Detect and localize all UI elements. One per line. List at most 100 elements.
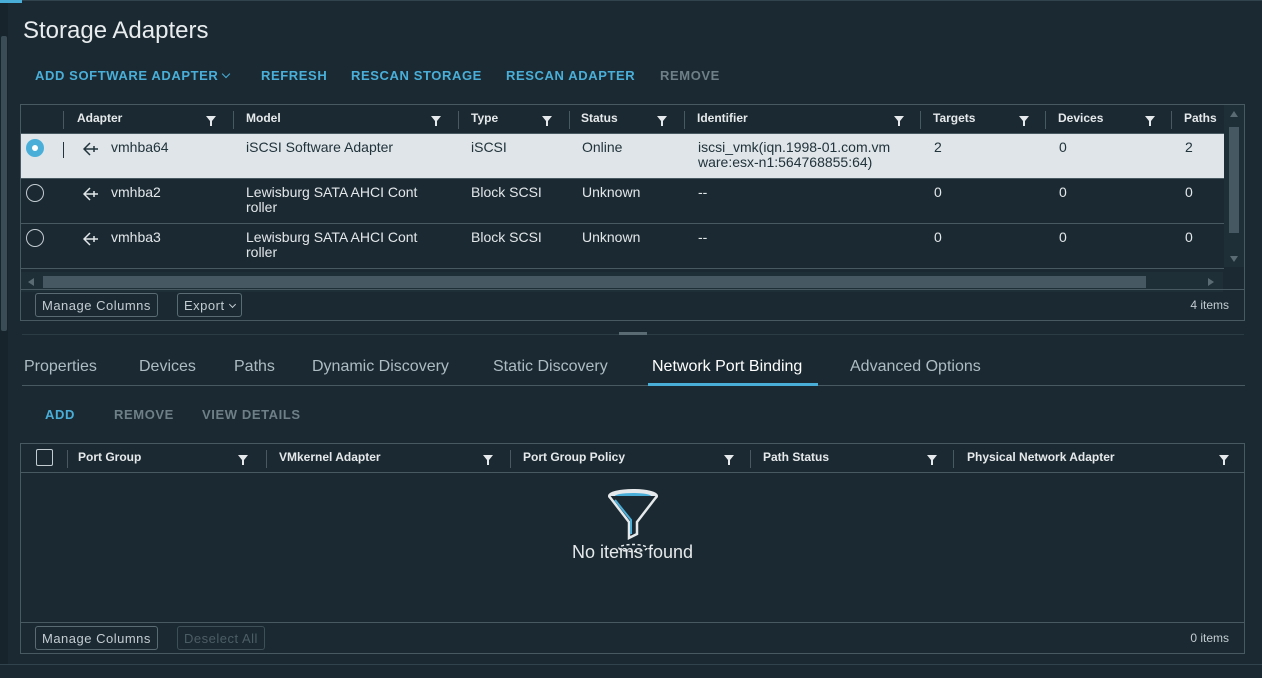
- adapter-status: Unknown: [582, 229, 641, 245]
- remove-adapter-button[interactable]: REMOVE: [660, 68, 720, 83]
- adapter-identifier: iscsi_vmk(iqn.1998-01.com.vm ware:esx-n1:…: [698, 140, 890, 170]
- filter-icon[interactable]: [238, 455, 248, 465]
- port-binding-grid-footer: Manage Columns Deselect All 0 items: [21, 622, 1244, 653]
- adapter-name: vmhba2: [111, 184, 161, 200]
- filter-icon[interactable]: [1145, 116, 1155, 126]
- left-scrollbar-thumb[interactable]: [1, 36, 7, 331]
- item-count: 4 items: [1190, 298, 1229, 312]
- model-line: roller: [246, 199, 278, 215]
- top-accent-bar: [0, 0, 22, 3]
- tab-dynamic-discovery[interactable]: Dynamic Discovery: [312, 358, 449, 376]
- export-button[interactable]: Export: [177, 293, 242, 317]
- column-separator: [684, 111, 685, 129]
- manage-columns-button[interactable]: Manage Columns: [35, 626, 158, 650]
- select-all-checkbox[interactable]: [36, 449, 53, 466]
- column-separator: [1171, 111, 1172, 129]
- column-header-devices[interactable]: Devices: [1048, 105, 1103, 134]
- column-header-port-group-policy[interactable]: Port Group Policy: [513, 444, 625, 473]
- add-software-adapter-button[interactable]: ADD SOFTWARE ADAPTER: [35, 68, 231, 83]
- column-header-model[interactable]: Model: [236, 105, 281, 134]
- remove-binding-button[interactable]: REMOVE: [114, 407, 174, 422]
- filter-icon[interactable]: [1019, 116, 1029, 126]
- column-header-vmkernel-adapter[interactable]: VMkernel Adapter: [269, 444, 381, 473]
- chevron-down-icon: [222, 69, 231, 79]
- table-row[interactable]: vmhba3 Lewisburg SATA AHCI Cont roller Bl…: [21, 224, 1224, 269]
- view-details-button[interactable]: VIEW DETAILS: [202, 407, 301, 422]
- scroll-right-icon[interactable]: [1208, 278, 1214, 286]
- tab-devices[interactable]: Devices: [139, 358, 196, 376]
- adapter-model: iSCSI Software Adapter: [246, 140, 393, 155]
- table-row[interactable]: vmhba2 Lewisburg SATA AHCI Cont roller Bl…: [21, 179, 1224, 224]
- filter-icon[interactable]: [657, 116, 667, 126]
- adapter-icon: [83, 142, 98, 156]
- adapter-status: Online: [582, 139, 623, 155]
- top-divider: [22, 0, 1262, 1]
- adapters-grid-header: Adapter Model Type Status Identifier Tar…: [21, 105, 1224, 134]
- column-header-identifier[interactable]: Identifier: [687, 105, 748, 134]
- tab-static-discovery[interactable]: Static Discovery: [493, 358, 608, 376]
- tab-advanced-options[interactable]: Advanced Options: [850, 358, 981, 376]
- column-separator: [1045, 111, 1046, 129]
- left-scrollbar[interactable]: [0, 0, 8, 678]
- adapter-status: Unknown: [582, 184, 641, 200]
- export-label: Export: [184, 298, 225, 313]
- deselect-all-button[interactable]: Deselect All: [177, 626, 265, 650]
- scroll-down-icon[interactable]: [1230, 256, 1238, 262]
- filter-icon[interactable]: [431, 116, 441, 126]
- filter-icon[interactable]: [1219, 455, 1229, 465]
- scroll-left-icon[interactable]: [28, 278, 34, 286]
- refresh-button[interactable]: REFRESH: [261, 68, 327, 83]
- scroll-up-icon[interactable]: [1230, 111, 1238, 117]
- filter-icon[interactable]: [542, 116, 552, 126]
- adapter-devices: 0: [1059, 229, 1067, 245]
- tab-network-port-binding[interactable]: Network Port Binding: [652, 358, 802, 376]
- table-row[interactable]: vmhba64 iSCSI Software Adapter iSCSI Onl…: [21, 134, 1224, 179]
- identifier-line: iscsi_vmk(iqn.1998-01.com.vm: [698, 139, 891, 155]
- adapter-name: vmhba3: [111, 229, 161, 245]
- filter-icon[interactable]: [206, 116, 216, 126]
- column-separator: [510, 450, 511, 468]
- column-separator: [63, 111, 64, 129]
- rescan-adapter-button[interactable]: RESCAN ADAPTER: [506, 68, 635, 83]
- vertical-scroll-thumb[interactable]: [1229, 127, 1239, 233]
- filter-icon[interactable]: [483, 455, 493, 465]
- column-header-targets[interactable]: Targets: [923, 105, 975, 134]
- add-binding-button[interactable]: ADD: [45, 407, 75, 422]
- rescan-storage-button[interactable]: RESCAN STORAGE: [351, 68, 482, 83]
- column-separator: [920, 111, 921, 129]
- adapter-devices: 0: [1059, 184, 1067, 200]
- row-radio[interactable]: [26, 184, 44, 202]
- column-header-status[interactable]: Status: [571, 105, 618, 134]
- filter-icon[interactable]: [894, 116, 904, 126]
- column-separator: [458, 111, 459, 129]
- column-header-adapter[interactable]: Adapter: [67, 105, 122, 134]
- row-radio[interactable]: [26, 139, 44, 157]
- model-line: Lewisburg SATA AHCI Cont: [246, 229, 418, 245]
- column-separator: [750, 450, 751, 468]
- adapter-identifier: --: [698, 184, 708, 200]
- splitter-handle[interactable]: [619, 332, 647, 335]
- horizontal-scroll-thumb[interactable]: [43, 276, 1146, 288]
- adapter-paths: 2: [1185, 139, 1193, 155]
- manage-columns-button[interactable]: Manage Columns: [35, 293, 158, 317]
- adapter-model: Lewisburg SATA AHCI Cont roller: [246, 185, 417, 215]
- column-header-paths[interactable]: Paths: [1174, 105, 1217, 134]
- filter-icon[interactable]: [724, 455, 734, 465]
- column-header-path-status[interactable]: Path Status: [753, 444, 829, 473]
- bottom-band: [0, 664, 1262, 678]
- adapters-grid-vertical-scrollbar[interactable]: [1224, 105, 1244, 267]
- adapter-icon: [83, 187, 98, 201]
- identifier-line: ware:esx-n1:564768855:64): [698, 154, 873, 170]
- column-header-physical-network-adapter[interactable]: Physical Network Adapter: [957, 444, 1115, 473]
- model-line: iSCSI Software Adapter: [246, 139, 394, 155]
- adapters-grid: Adapter Model Type Status Identifier Tar…: [20, 104, 1245, 321]
- column-separator: [266, 450, 267, 468]
- column-header-type[interactable]: Type: [461, 105, 498, 134]
- adapter-targets: 2: [934, 139, 942, 155]
- tab-paths[interactable]: Paths: [234, 358, 275, 376]
- filter-icon[interactable]: [927, 455, 937, 465]
- row-radio[interactable]: [26, 229, 44, 247]
- tab-properties[interactable]: Properties: [24, 358, 97, 376]
- adapters-grid-footer: Manage Columns Export 4 items: [21, 289, 1244, 320]
- column-header-port-group[interactable]: Port Group: [68, 444, 141, 473]
